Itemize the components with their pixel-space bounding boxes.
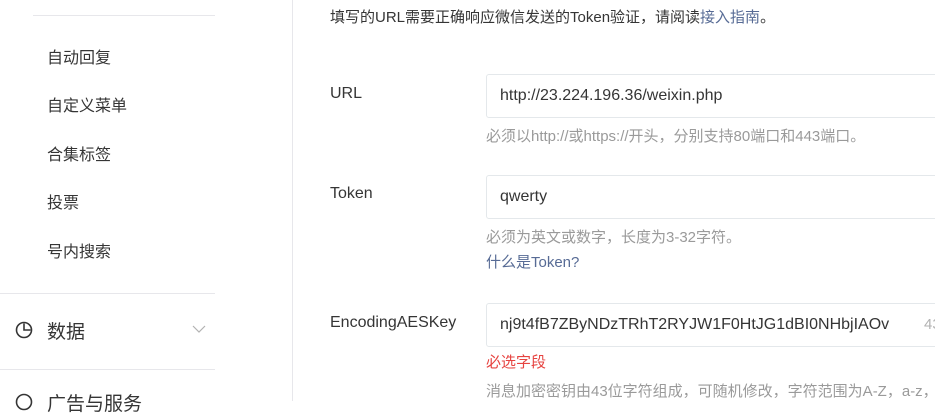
sidebar-section-data[interactable]: 数据 — [14, 316, 214, 344]
what-is-token-link[interactable]: 什么是Token? — [486, 251, 579, 272]
url-hint: 必须以http://或https://开头，分别支持80端口和443端口。 — [486, 128, 866, 145]
aeskey-hint: 消息加密密钥由43位字符组成，可随机修改，字符范围为A-Z，a-z，0-9。 — [486, 383, 935, 400]
sidebar: 自动回复 自定义菜单 合集标签 投票 号内搜索 数据 广告与服务 — [0, 0, 293, 415]
url-label: URL — [330, 85, 363, 102]
sidebar-item-search[interactable]: 号内搜索 — [47, 238, 111, 262]
notice-suffix: 。 — [760, 9, 776, 26]
access-guide-link[interactable]: 接入指南 — [700, 9, 760, 26]
clock-pie-icon — [15, 321, 33, 339]
sidebar-divider — [0, 369, 215, 370]
url-input[interactable] — [486, 74, 935, 118]
token-label: Token — [330, 185, 373, 202]
chevron-down-icon — [192, 325, 206, 333]
token-hint: 必须为英文或数字，长度为3-32字符。 — [486, 229, 742, 246]
sidebar-section-label: 广告与服务 — [47, 393, 143, 415]
server-config-form: 填写的URL需要正确响应微信发送的Token验证，请阅读接入指南。 URL 必须… — [293, 0, 935, 401]
sidebar-divider — [0, 293, 215, 294]
sidebar-item-custom-menu[interactable]: 自定义菜单 — [47, 92, 127, 116]
sidebar-section-label: 数据 — [47, 321, 86, 343]
aeskey-counter: 43/43 — [924, 316, 935, 333]
aeskey-required-error: 必选字段 — [486, 354, 547, 371]
sidebar-item-auto-reply[interactable]: 自动回复 — [47, 44, 111, 68]
config-notice: 填写的URL需要正确响应微信发送的Token验证，请阅读接入指南。 — [330, 6, 775, 27]
sidebar-item-collection-tags[interactable]: 合集标签 — [47, 141, 111, 165]
sidebar-section-ads-services[interactable]: 广告与服务 — [14, 388, 214, 416]
sidebar-item-vote[interactable]: 投票 — [47, 189, 79, 213]
circle-icon — [15, 393, 33, 411]
token-input[interactable] — [486, 175, 935, 219]
aeskey-input[interactable] — [486, 303, 935, 347]
notice-text: 填写的URL需要正确响应微信发送的Token验证，请阅读 — [330, 9, 701, 26]
sidebar-divider — [33, 15, 215, 16]
aeskey-label: EncodingAESKey — [330, 314, 457, 331]
